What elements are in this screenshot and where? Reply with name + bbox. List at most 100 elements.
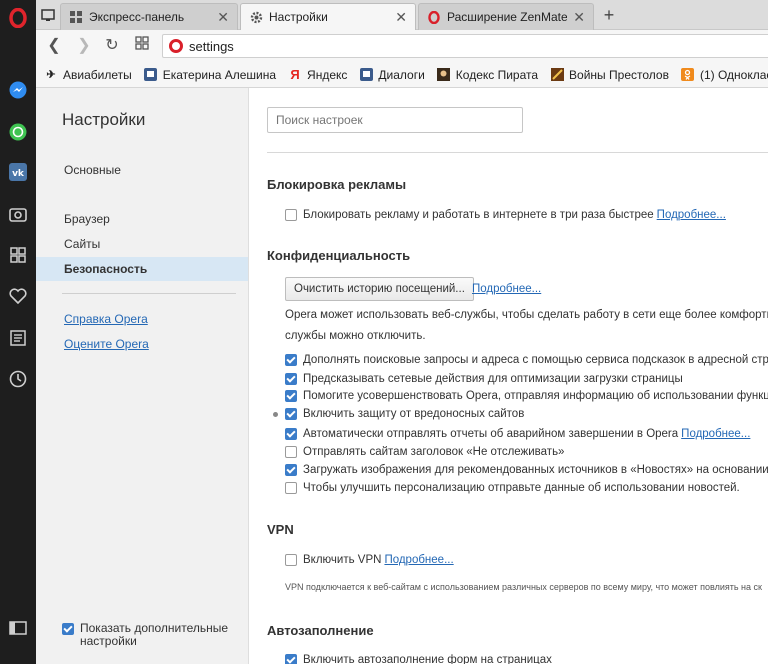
autofill-option[interactable]: Включить автозаполнение форм на страница…: [285, 653, 552, 664]
camera-icon[interactable]: [8, 204, 28, 224]
tab-speed-dial[interactable]: Экспресс-панель ✕: [60, 3, 238, 30]
new-tab-button[interactable]: +: [598, 4, 620, 26]
option-label: Блокировать рекламу и работать в интерне…: [303, 208, 654, 221]
bookmark-item[interactable]: (1) Одноклассники: [681, 68, 768, 82]
heart-icon[interactable]: [8, 286, 28, 306]
adblock-option[interactable]: Блокировать рекламу и работать в интерне…: [285, 208, 726, 221]
bookmark-item[interactable]: Я Яндекс: [288, 67, 347, 82]
news-icon[interactable]: [8, 328, 28, 348]
privacy-option[interactable]: Чтобы улучшить персонализацию отправьте …: [285, 481, 740, 494]
rate-opera-link[interactable]: Оцените Opera: [64, 337, 149, 351]
checkbox[interactable]: [285, 446, 297, 458]
yandex-icon: Я: [290, 67, 300, 82]
bookmark-item[interactable]: Диалоги: [359, 68, 425, 82]
privacy-more-link[interactable]: Подробнее...: [472, 283, 541, 295]
sidebar-item-basic[interactable]: Основные: [36, 158, 248, 182]
bookmark-item[interactable]: Кодекс Пирата: [437, 68, 538, 82]
vk-icon[interactable]: vk: [8, 162, 28, 182]
vpn-heading: VPN: [267, 522, 294, 537]
show-advanced-label: Показать дополнительные настройки: [80, 621, 229, 648]
privacy-option[interactable]: Автоматически отправлять отчеты об авари…: [285, 427, 750, 440]
checkbox[interactable]: [285, 428, 297, 440]
tab-label: Настройки: [269, 10, 328, 24]
privacy-description: службы можно отключить.: [285, 330, 426, 342]
checkbox[interactable]: [285, 482, 297, 494]
privacy-option[interactable]: Включить защиту от вредоносных сайтов: [285, 407, 524, 420]
checkbox[interactable]: [285, 408, 297, 420]
bookmark-label: Авиабилеты: [63, 67, 132, 82]
sidebar-item-browser[interactable]: Браузер: [36, 207, 248, 231]
privacy-option[interactable]: Дополнять поисковые запросы и адреса с п…: [285, 353, 768, 366]
bookmark-label: Кодекс Пирата: [455, 67, 539, 82]
option-label: Предсказывать сетевые действия для оптим…: [303, 372, 683, 385]
plane-icon: ✈: [46, 69, 56, 81]
close-icon[interactable]: ✕: [217, 9, 229, 26]
sidebar-toggle-icon[interactable]: [8, 618, 28, 638]
sidebar-divider: [62, 293, 236, 294]
option-label: Автоматически отправлять отчеты об авари…: [303, 427, 679, 440]
address-text: settings: [189, 38, 234, 54]
clear-history-button[interactable]: Очистить историю посещений...: [285, 277, 474, 301]
back-button[interactable]: ❮: [44, 36, 64, 56]
page-icon: [359, 68, 373, 82]
checkbox[interactable]: [285, 554, 297, 566]
settings-title: Настройки: [62, 110, 146, 129]
checkbox[interactable]: [285, 373, 297, 385]
checkbox[interactable]: [285, 390, 297, 402]
option-label: Чтобы улучшить персонализацию отправьте …: [303, 481, 740, 494]
ok-icon: [681, 68, 695, 82]
history-icon[interactable]: [8, 369, 28, 389]
tab-zenmate[interactable]: Расширение ZenMate VPN ✕: [418, 3, 594, 30]
checkbox[interactable]: [285, 209, 297, 221]
bookmark-label: Войны Престолов: [569, 67, 669, 82]
more-link[interactable]: Подробнее...: [657, 209, 726, 221]
speed-dial-button[interactable]: [132, 36, 152, 56]
checkbox[interactable]: [285, 654, 297, 664]
vpn-note: VPN подключается к веб-сайтам с использо…: [285, 582, 762, 592]
address-bar[interactable]: settings: [162, 34, 768, 58]
checkbox[interactable]: [285, 354, 297, 366]
option-label: Дополнять поисковые запросы и адреса с п…: [303, 353, 768, 366]
whatsapp-icon[interactable]: [8, 122, 28, 142]
search-input[interactable]: [267, 107, 523, 133]
privacy-option[interactable]: Загружать изображения для рекомендованны…: [285, 463, 768, 476]
bookmark-item[interactable]: Екатерина Алешина: [144, 68, 276, 82]
opera-menu-icon[interactable]: [8, 8, 28, 28]
messenger-icon[interactable]: [8, 80, 28, 100]
show-advanced-checkbox[interactable]: Показать дополнительные настройки: [62, 622, 242, 648]
indicator-dot: [273, 412, 278, 417]
adblock-heading: Блокировка рекламы: [267, 177, 407, 192]
reload-button[interactable]: ↻: [102, 36, 122, 56]
checkbox[interactable]: [285, 464, 297, 476]
speed-dial-icon[interactable]: [8, 245, 28, 265]
bookmark-item[interactable]: ✈ Авиабилеты: [44, 67, 132, 82]
more-link[interactable]: Подробнее...: [384, 554, 453, 566]
bookmark-label: Екатерина Алешина: [162, 67, 277, 82]
sidebar-item-sites[interactable]: Сайты: [36, 232, 248, 256]
svg-text:vk: vk: [12, 169, 25, 179]
tab-label: Расширение ZenMate VPN: [447, 10, 568, 24]
tab-settings[interactable]: Настройки ✕: [240, 3, 416, 30]
close-icon[interactable]: ✕: [395, 9, 407, 26]
help-link[interactable]: Справка Opera: [64, 312, 148, 326]
settings-content: Блокировка рекламы Блокировать рекламу и…: [249, 88, 768, 664]
gear-icon: [249, 10, 263, 24]
bookmark-item[interactable]: Войны Престолов: [550, 68, 669, 82]
vpn-option[interactable]: Включить VPN Подробнее...: [285, 553, 454, 566]
tab-menu-icon[interactable]: [41, 8, 55, 22]
content-divider: [267, 152, 768, 153]
privacy-option[interactable]: Помогите усовершенствовать Opera, отправ…: [285, 389, 768, 402]
sidebar-item-security[interactable]: Безопасность: [36, 257, 248, 281]
checkbox[interactable]: [62, 623, 74, 635]
more-link[interactable]: Подробнее...: [681, 428, 750, 440]
navigation-bar: ❮ ❯ ↻ settings: [36, 30, 768, 62]
option-label: Включить VPN: [303, 553, 382, 566]
pirate-icon: [437, 68, 451, 82]
forward-button[interactable]: ❯: [74, 36, 94, 56]
grid-icon: [69, 10, 83, 24]
close-icon[interactable]: ✕: [573, 9, 585, 26]
privacy-option[interactable]: Отправлять сайтам заголовок «Не отслежив…: [285, 445, 564, 458]
page-icon: [144, 68, 158, 82]
privacy-description: Opera может использовать веб-службы, что…: [285, 309, 768, 321]
privacy-option[interactable]: Предсказывать сетевые действия для оптим…: [285, 372, 683, 385]
